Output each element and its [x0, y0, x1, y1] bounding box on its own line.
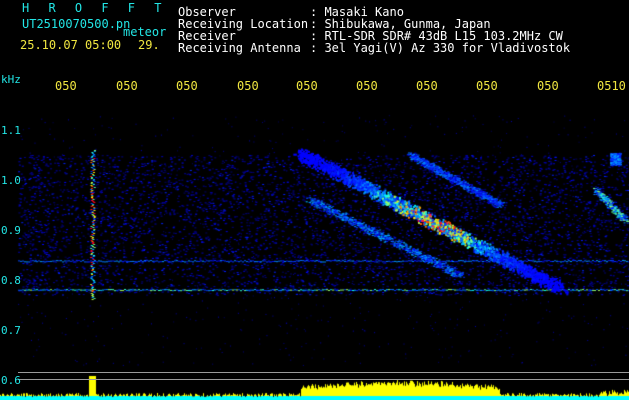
time-tick: 050	[237, 79, 259, 93]
freq-unit-label: kHz	[1, 73, 21, 86]
freq-tick-label: 0.7	[1, 324, 21, 337]
time-tick: 050	[176, 79, 198, 93]
freq-tick-label: 0.8	[1, 274, 21, 287]
time-tick: 050	[356, 79, 378, 93]
freq-tick-label: 0.6	[1, 374, 21, 387]
datetime: 25.10.07 05:00	[20, 38, 122, 52]
file-tag: meteor	[123, 25, 167, 39]
ref-line	[18, 379, 629, 380]
freq-tick-label: 1.1	[1, 124, 21, 137]
time-tick: 0510	[597, 79, 626, 93]
freq-tick-label: 0.9	[1, 224, 21, 237]
time-tick: 050	[116, 79, 138, 93]
count: 29.	[138, 38, 160, 52]
ref-line	[18, 372, 629, 373]
time-tick: 050	[416, 79, 438, 93]
meta-antenna-value: : 3el Yagi(V) Az 330 for Vladivostok	[310, 41, 571, 55]
time-tick: 050	[296, 79, 318, 93]
file-id: UT2510070500.pn	[22, 17, 131, 31]
spectrogram	[0, 95, 629, 400]
time-tick: 050	[476, 79, 498, 93]
hrofft-brand: H R O F F T	[22, 1, 168, 15]
time-tick: 050	[537, 79, 559, 93]
time-tick: 050	[55, 79, 77, 93]
meta-antenna-label: Receiving Antenna	[178, 41, 301, 55]
freq-tick-label: 1.0	[1, 174, 21, 187]
signal-power-strip	[0, 370, 629, 400]
